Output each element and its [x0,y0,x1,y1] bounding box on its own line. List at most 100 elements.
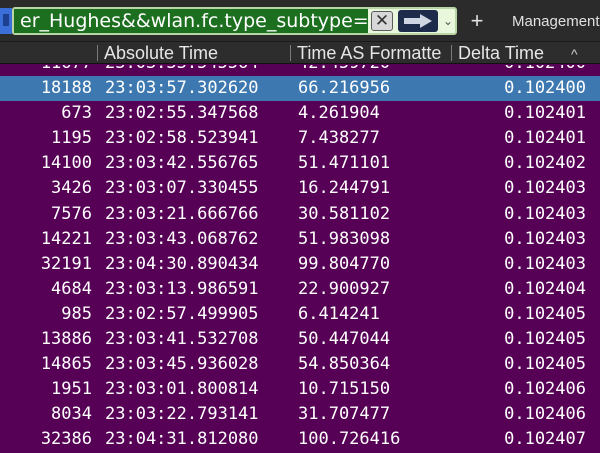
cell-delta-time: 0.102406 [504,379,586,400]
cell-delta-time: 0.102400 [504,78,586,98]
cell-absolute-time: 23:03:13.986591 [105,278,259,299]
cell-absolute-time: 23:02:55.347568 [105,103,259,124]
cell-time-formatted: 7.438277 [298,128,380,149]
cell-no: 14865 [40,354,92,375]
cell-time-formatted: 100.726416 [298,429,401,450]
table-row[interactable]: 673 23:02:55.347568 4.261904 0.102401 [0,101,600,126]
cell-time-formatted: 16.244791 [298,178,391,199]
cell-absolute-time: 23:03:42.556765 [105,153,259,174]
chevron-down-icon[interactable]: ⌄ [441,9,455,33]
table-row[interactable]: 13886 23:03:41.532708 50.447044 0.102405 [0,327,600,352]
cell-delta-time: 0.102403 [504,178,586,199]
plus-icon[interactable]: + [466,8,488,34]
cell-absolute-time: 23:03:07.330455 [105,178,259,199]
cell-delta-time: 0.102404 [504,278,586,299]
column-header-delta-time[interactable]: Delta Time [458,42,568,64]
cell-no: 14221 [40,228,92,249]
cell-absolute-time: 23:04:30.890434 [105,253,259,274]
apply-filter-button[interactable] [398,10,438,32]
cell-no: 1195 [51,128,92,149]
cell-no: 32191 [40,253,92,274]
display-filter-bar: ✕ ⌄ [12,7,457,35]
cell-absolute-time: 23:03:22.793141 [105,404,259,425]
cell-no: 1951 [51,379,92,400]
table-row[interactable]: 8034 23:03:22.793141 31.707477 0.102406 [0,402,600,427]
table-row-selected[interactable]: 18188 23:03:57.302620 66.216956 0.102400 [0,76,600,101]
column-header-absolute-time[interactable]: Absolute Time [104,42,284,64]
cell-absolute-time: 23:03:41.532708 [105,329,259,349]
cell-time-formatted: 50.447044 [298,329,391,349]
cell-no: 18188 [40,78,92,98]
table-row[interactable]: 3426 23:03:07.330455 16.244791 0.102403 [0,176,600,201]
table-row[interactable]: 32386 23:04:31.812080 100.726416 0.102407 [0,427,600,452]
cell-no: 3426 [51,178,92,199]
table-row[interactable]: 11677 23:03:33.545564 42.459720 0.102400 [0,65,600,76]
cell-absolute-time: 23:03:01.800814 [105,379,259,400]
cell-time-formatted: 99.804770 [298,253,391,274]
table-row[interactable]: 14221 23:03:43.068762 51.983098 0.102403 [0,227,600,252]
cell-absolute-time: 23:03:45.936028 [105,354,259,375]
table-row[interactable]: 14100 23:03:42.556765 51.471101 0.102402 [0,151,600,176]
cell-no: 13886 [40,329,92,349]
cell-no: 14100 [40,153,92,174]
cell-delta-time: 0.102400 [456,65,586,76]
cell-delta-time: 0.102401 [504,128,586,149]
cell-time-formatted: 66.216956 [298,78,391,98]
cell-delta-time: 0.102403 [504,228,586,249]
cell-no: 32386 [40,429,92,450]
cell-time-formatted: 51.471101 [298,153,391,174]
cell-time-formatted: 30.581102 [298,203,391,224]
cell-time-formatted: 31.707477 [298,404,391,425]
column-divider[interactable] [97,45,98,61]
cell-absolute-time: 23:03:57.302620 [105,78,259,98]
cell-no: 8034 [51,404,92,425]
cell-absolute-time: 23:04:31.812080 [105,429,259,450]
table-row[interactable]: 4684 23:03:13.986591 22.900927 0.102404 [0,277,600,302]
cell-delta-time: 0.102405 [504,354,586,375]
cell-time-formatted: 22.900927 [298,278,391,299]
column-header-time-formatted[interactable]: Time AS Formatte [297,42,449,64]
bookmark-notch [3,14,9,26]
clear-icon[interactable]: ✕ [371,11,393,31]
cell-time-formatted: 4.261904 [298,103,380,124]
cell-time-formatted: 54.850364 [298,354,391,375]
cell-delta-time: 0.102403 [504,203,586,224]
cell-no: 985 [61,303,92,324]
column-divider[interactable] [451,45,452,61]
cell-absolute-time: 23:03:43.068762 [105,228,259,249]
cell-delta-time: 0.102402 [504,153,586,174]
table-row[interactable]: 7576 23:03:21.666766 30.581102 0.102403 [0,202,600,227]
sort-ascending-icon: ^ [571,46,578,62]
packet-list-header: Absolute Time Time AS Formatte Delta Tim… [0,42,600,64]
cell-time-formatted: 10.715150 [298,379,391,400]
packet-list[interactable]: 11677 23:03:33.545564 42.459720 0.102400… [0,65,600,453]
cell-absolute-time: 23:02:58.523941 [105,128,259,149]
arrow-right-icon [404,14,432,28]
cell-time-formatted: 6.414241 [298,303,380,324]
cell-absolute-time: 23:02:57.499905 [105,303,259,324]
cell-delta-time: 0.102405 [504,303,586,324]
cell-delta-time: 0.102401 [504,103,586,124]
cell-time-formatted: 51.983098 [298,228,391,249]
cell-delta-time: 0.102406 [504,404,586,425]
table-row[interactable]: 985 23:02:57.499905 6.414241 0.102405 [0,302,600,327]
cell-absolute-time: 23:03:33.545564 [105,65,290,76]
table-row[interactable]: 14865 23:03:45.936028 54.850364 0.102405 [0,352,600,377]
cell-delta-time: 0.102407 [504,429,586,450]
table-row[interactable]: 32191 23:04:30.890434 99.804770 0.102403 [0,252,600,277]
filter-toolbar: ✕ ⌄ + Management [0,0,600,42]
cell-absolute-time: 23:03:21.666766 [105,203,259,224]
cell-no: 11677 [0,65,92,76]
cell-no: 7576 [51,203,92,224]
table-row[interactable]: 1951 23:03:01.800814 10.715150 0.102406 [0,377,600,402]
table-row[interactable]: 1195 23:02:58.523941 7.438277 0.102401 [0,126,600,151]
bookmark-icon[interactable] [0,8,12,34]
management-filter-button[interactable]: Management [512,12,600,32]
cell-time-formatted: 42.459720 [298,65,448,76]
cell-no: 4684 [51,278,92,299]
column-divider[interactable] [290,45,291,61]
cell-delta-time: 0.102405 [504,329,586,349]
cell-no: 673 [61,103,92,124]
cell-delta-time: 0.102403 [504,253,586,274]
display-filter-input[interactable] [14,9,368,33]
